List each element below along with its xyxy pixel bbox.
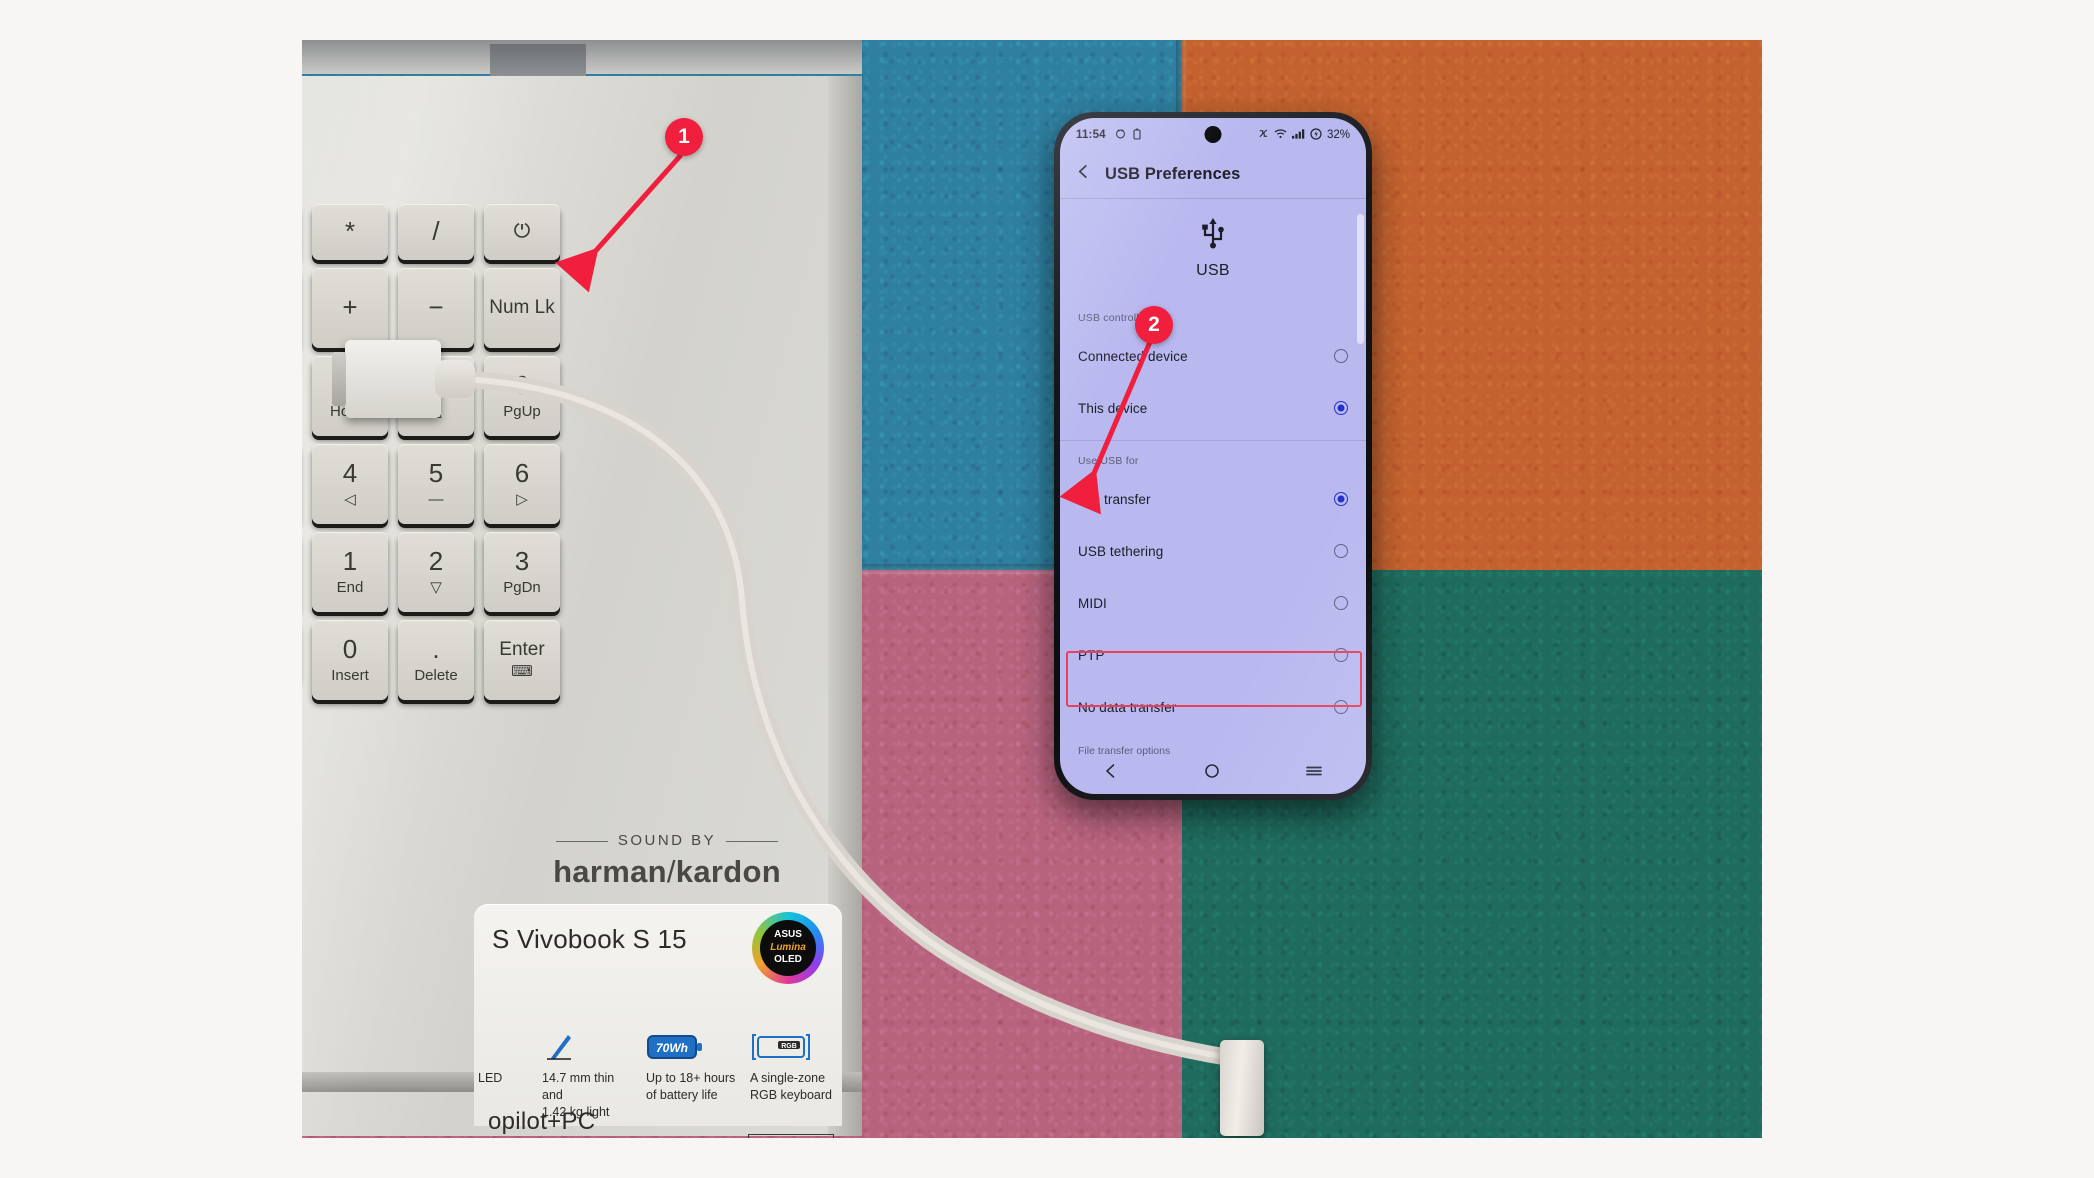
- annotation-marker-1: 1: [665, 118, 703, 156]
- annotation-marker-2: 2: [1135, 306, 1173, 344]
- annotation-arrow-2: [1059, 341, 1153, 515]
- screenshot-root: elete*/space+−Num Lk7Home8△9PgUpEnter4◁5…: [0, 0, 2094, 1178]
- annotation-arrow-1: [555, 153, 683, 293]
- photo-canvas: elete*/space+−Num Lk7Home8△9PgUpEnter4◁5…: [302, 40, 1762, 1138]
- annotation-arrows: [555, 153, 1153, 515]
